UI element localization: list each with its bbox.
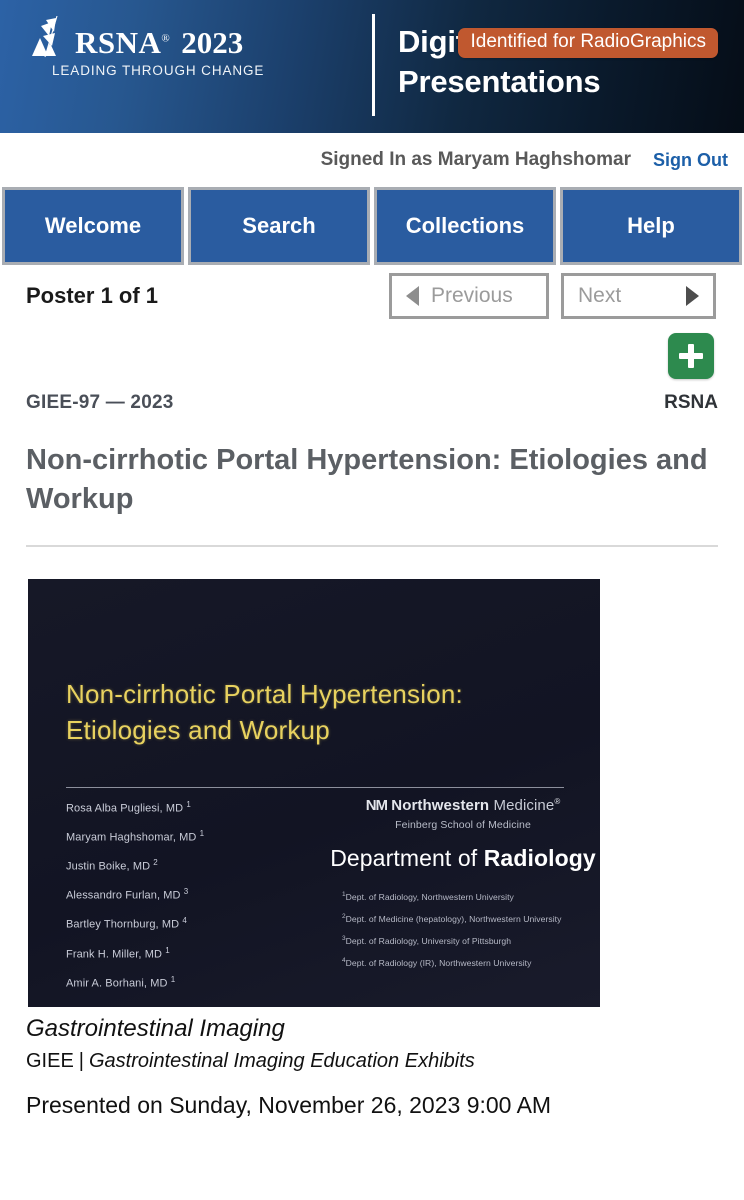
account-bar: Signed In as Maryam Haghshomar Sign Out: [0, 133, 744, 187]
institution-bold: Northwestern: [391, 797, 489, 814]
series-separator: |: [74, 1050, 89, 1072]
next-button[interactable]: Next: [561, 273, 716, 319]
slide-affiliation: 2Dept. of Medicine (hepatology), Northwe…: [342, 914, 598, 923]
previous-button[interactable]: Previous: [389, 273, 549, 319]
banner-divider: [372, 14, 375, 116]
slide-institution-block: NM Northwestern Medicine® Feinberg Schoo…: [328, 797, 598, 980]
slide-title-line-1: Non-cirrhotic Portal Hypertension:: [66, 677, 463, 713]
rsna-logo[interactable]: RSNA® 2023 LEADING THROUGH CHANGE: [30, 16, 270, 78]
series-code: GIEE: [26, 1050, 74, 1072]
rsna-logo-mark-icon: [30, 16, 68, 58]
sign-out-link[interactable]: Sign Out: [653, 150, 728, 171]
poster-meta-row: GIEE-97 — 2023 RSNA: [0, 385, 744, 421]
site-banner: RSNA® 2023 LEADING THROUGH CHANGE Digita…: [0, 0, 744, 133]
presented-datetime: Presented on Sunday, November 26, 2023 9…: [26, 1091, 718, 1121]
slide-author: Rosa Alba Pugliesi, MD 1: [66, 801, 326, 815]
page-title: Non-cirrhotic Portal Hypertension: Etiol…: [26, 441, 716, 519]
banner-title-line-2: Presentations: [398, 62, 600, 102]
previous-button-label: Previous: [431, 284, 513, 308]
nm-monogram-icon: NM: [366, 797, 387, 814]
tab-collections[interactable]: Collections: [374, 187, 556, 265]
slide-affiliation: 1Dept. of Radiology, Northwestern Univer…: [342, 892, 598, 901]
poster-count-label: Poster 1 of 1: [26, 283, 158, 309]
rsna-logo-year: 2023: [181, 27, 243, 58]
status-badge: Identified for RadioGraphics: [458, 28, 718, 58]
poster-slide: Non-cirrhotic Portal Hypertension: Etiol…: [28, 579, 600, 1007]
slide-rule: [66, 787, 564, 788]
department-prefix: Department of: [330, 845, 484, 871]
chevron-left-icon: [406, 286, 419, 306]
next-button-label: Next: [578, 284, 621, 308]
slide-affiliation: 3Dept. of Radiology, University of Pitts…: [342, 936, 598, 945]
slide-title-line-2: Etiologies and Workup: [66, 713, 463, 749]
poster-footer-meta: Gastrointestinal Imaging GIEE|Gastrointe…: [26, 1013, 718, 1121]
slide-department: Department of Radiology: [328, 845, 598, 872]
slide-school: Feinberg School of Medicine: [328, 819, 598, 831]
subspecialty-label: Gastrointestinal Imaging: [26, 1013, 718, 1044]
rsna-logo-wordmark: RSNA®: [75, 27, 170, 58]
add-to-collection-row: [0, 327, 744, 385]
signed-in-status: Signed In as Maryam Haghshomar: [321, 149, 631, 171]
slide-author: Justin Boike, MD 2: [66, 859, 326, 873]
slide-author: Bartley Thornburg, MD 4: [66, 917, 326, 931]
slide-author: Alessandro Furlan, MD 3: [66, 888, 326, 902]
badge-wrap: Identified for RadioGraphics: [458, 28, 718, 58]
poster-code: GIEE-97 — 2023: [26, 392, 174, 414]
rsna-logo-tagline: LEADING THROUGH CHANGE: [52, 63, 270, 78]
slide-author: Frank H. Miller, MD 1: [66, 947, 326, 961]
tab-welcome[interactable]: Welcome: [2, 187, 184, 265]
slide-author: Maryam Haghshomar, MD 1: [66, 830, 326, 844]
pager-buttons: Previous Next: [389, 273, 716, 319]
poster-thumbnail[interactable]: Non-cirrhotic Portal Hypertension: Etiol…: [28, 579, 600, 1007]
institution-light: Medicine: [493, 797, 554, 814]
slide-author: Amir A. Borhani, MD 1: [66, 976, 326, 990]
slide-affiliation: 4Dept. of Radiology (IR), Northwestern U…: [342, 958, 598, 967]
institution-registered: ®: [554, 797, 560, 806]
add-to-collection-button[interactable]: [668, 333, 714, 379]
slide-title: Non-cirrhotic Portal Hypertension: Etiol…: [66, 677, 463, 749]
northwestern-medicine-logo: NM Northwestern Medicine®: [328, 797, 598, 814]
main-navigation: Welcome Search Collections Help: [0, 187, 744, 265]
chevron-right-icon: [686, 286, 699, 306]
poster-organization: RSNA: [664, 392, 718, 414]
pager-row: Poster 1 of 1 Previous Next: [0, 265, 744, 327]
divider: [26, 545, 718, 547]
department-name: Radiology: [484, 845, 596, 871]
series-name: Gastrointestinal Imaging Education Exhib…: [89, 1050, 475, 1072]
tab-help[interactable]: Help: [560, 187, 742, 265]
slide-author-list: Rosa Alba Pugliesi, MD 1 Maryam Haghshom…: [66, 801, 326, 1005]
series-line: GIEE|Gastrointestinal Imaging Education …: [26, 1048, 718, 1074]
tab-search[interactable]: Search: [188, 187, 370, 265]
slide-affiliation-list: 1Dept. of Radiology, Northwestern Univer…: [328, 892, 598, 967]
